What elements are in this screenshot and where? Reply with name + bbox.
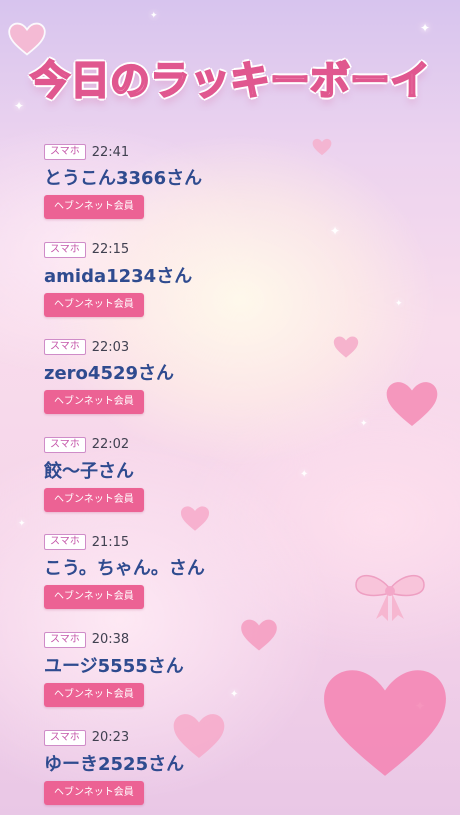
entry-meta: スマホ 22:15 [44,240,404,260]
device-badge: スマホ [44,631,86,648]
list-item: スマホ 22:03 zero4529さん ヘブンネット会員 [44,337,404,435]
member-badge: ヘブンネット会員 [44,195,144,219]
entry-meta: スマホ 22:02 [44,435,404,455]
sparkle-icon: ✦ [420,21,431,35]
device-badge: スマホ [44,241,86,258]
device-badge: スマホ [44,339,86,356]
entry-meta: スマホ 20:23 [44,728,404,748]
device-badge: スマホ [44,729,86,746]
entry-time: 22:02 [91,437,130,453]
page-header: 今日のラッキーボーイ [0,42,460,112]
page-title: 今日のラッキーボーイ [29,57,431,105]
entry-meta: スマホ 20:38 [44,630,404,650]
entry-time: 21:15 [91,534,130,550]
member-badge: ヘブンネット会員 [44,292,144,317]
lucky-boy-list: スマホ 22:41 とうこん3366さん ヘブンネット会員 スマホ 22:15 … [44,142,404,815]
entry-time: 20:38 [91,632,130,648]
device-badge: スマホ [44,534,86,551]
user-name[interactable]: zero4529さん [44,362,404,386]
member-badge: ヘブンネット会員 [44,487,144,512]
user-name[interactable]: ユージ5555さん [44,655,404,679]
user-name[interactable]: ゆーき2525さん [44,753,404,777]
user-name[interactable]: とうこん3366さん [44,167,404,191]
member-badge: ヘブンネット会員 [44,682,144,707]
list-item: スマホ 20:38 ユージ5555さん ヘブンネット会員 [44,630,404,728]
user-name[interactable]: 餃～子さん [44,460,404,484]
sparkle-icon: ✦ [150,11,158,21]
member-badge: ヘブンネット会員 [44,585,144,610]
list-item: スマホ 21:15 こう。ちゃん。さん ヘブンネット会員 [44,532,404,630]
member-badge: ヘブンネット会員 [44,780,144,805]
entry-time: 20:23 [91,730,130,746]
device-badge: スマホ [44,436,86,453]
entry-meta: スマホ 22:03 [44,337,404,357]
entry-time: 22:15 [91,242,130,258]
member-badge: ヘブンネット会員 [44,390,144,415]
entry-meta: スマホ 21:15 [44,532,404,552]
list-item: スマホ 22:41 とうこん3366さん ヘブンネット会員 [44,142,404,240]
list-item: スマホ 22:15 amida1234さん ヘブンネット会員 [44,240,404,338]
list-item: スマホ 22:02 餃～子さん ヘブンネット会員 [44,435,404,533]
entry-time: 22:41 [91,144,130,160]
sparkle-icon: ✦ [18,519,26,529]
entry-time: 22:03 [91,339,130,355]
device-badge: スマホ [44,144,86,160]
user-name[interactable]: amida1234さん [44,265,404,289]
user-name[interactable]: こう。ちゃん。さん [44,557,404,581]
list-item: スマホ 20:23 ゆーき2525さん ヘブンネット会員 [44,728,404,815]
entry-meta: スマホ 22:41 [44,142,404,162]
